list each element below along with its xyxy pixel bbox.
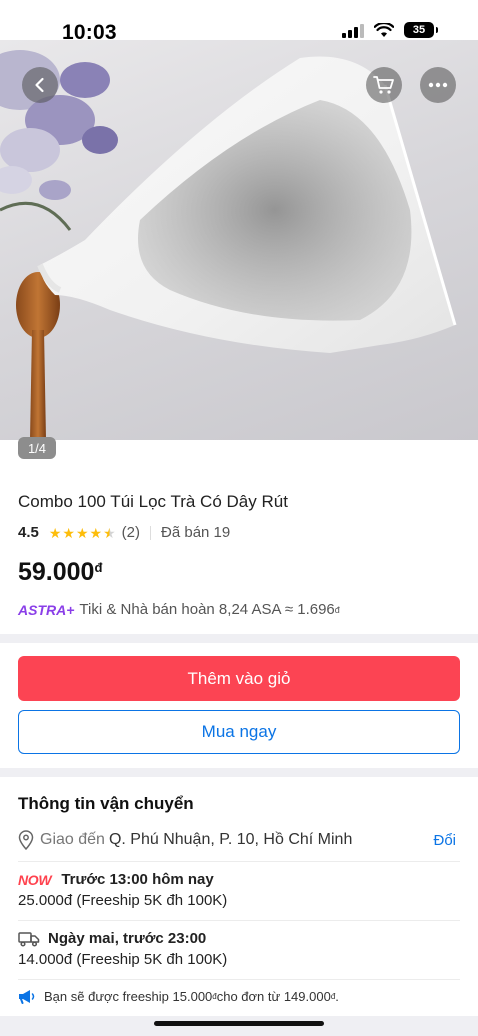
wooden-spoon-decoration xyxy=(16,272,60,440)
now-badge: NOW xyxy=(18,871,52,888)
battery-level: 35 xyxy=(412,24,426,36)
star-icon: ★ xyxy=(89,524,103,541)
shipping-fee: 14.000đ (Freeship 5K đh 100K) xyxy=(18,951,228,968)
shipping-address-row[interactable]: Giao đến Q. Phú Nhuận, P. 10, Hồ Chí Min… xyxy=(18,830,460,850)
rating-count: (2) xyxy=(121,524,141,541)
back-button[interactable] xyxy=(22,67,58,103)
location-pin-icon xyxy=(18,830,34,850)
add-to-cart-button[interactable]: Thêm vào giỏ xyxy=(18,656,460,701)
section-divider xyxy=(0,768,478,777)
tea-bag xyxy=(37,56,457,353)
image-counter: 1/4 xyxy=(18,437,56,459)
shipping-option-now: NOW Trước 13:00 hôm nay xyxy=(18,871,214,888)
more-icon xyxy=(428,82,448,88)
price-value: 59.000 xyxy=(18,558,95,586)
wifi-icon xyxy=(374,22,394,37)
product-image xyxy=(0,50,457,440)
divider xyxy=(18,979,460,980)
rating-row[interactable]: 4.5 ★ ★ ★ ★ ★ (2) Đã bán 19 xyxy=(18,524,230,541)
shipping-time: Trước 13:00 hôm nay xyxy=(61,871,214,888)
shipping-time: Ngày mai, trước 23:00 xyxy=(48,930,207,947)
section-divider xyxy=(0,634,478,643)
freeship-text-c: . xyxy=(335,989,339,1004)
freeship-note: Bạn sẽ được freeship 15.000 đ cho đơn từ … xyxy=(18,989,339,1004)
cart-icon xyxy=(373,76,394,94)
half-star-icon: ★ xyxy=(103,524,116,541)
home-indicator xyxy=(154,1021,324,1026)
freeship-text-a: Bạn sẽ được freeship 15.000 xyxy=(44,989,213,1004)
divider xyxy=(150,525,152,540)
status-icons: 35 xyxy=(342,22,438,38)
astra-reward-text: Tiki & Nhà bán hoàn 8,24 ASA ≈ 1.696 xyxy=(79,601,335,618)
astra-logo: ASTRA+ xyxy=(18,601,75,618)
deliver-prefix: Giao đến xyxy=(40,831,105,848)
divider xyxy=(18,920,460,921)
currency-symbol: đ xyxy=(94,560,103,575)
buy-now-button[interactable]: Mua ngay xyxy=(18,710,460,754)
star-icon: ★ xyxy=(75,524,89,541)
cellular-signal-icon xyxy=(342,23,364,38)
battery-icon: 35 xyxy=(404,22,438,38)
rating-value: 4.5 xyxy=(18,524,39,541)
delivery-address: Q. Phú Nhuận, P. 10, Hồ Chí Minh xyxy=(108,831,353,848)
divider xyxy=(18,861,460,862)
astra-reward-row[interactable]: ASTRA+ Tiki & Nhà bán hoàn 8,24 ASA ≈ 1.… xyxy=(18,601,340,618)
lavender-decoration xyxy=(0,50,118,231)
cart-button[interactable] xyxy=(366,67,402,103)
section-divider xyxy=(0,1016,478,1036)
sold-count: Đã bán 19 xyxy=(161,524,231,541)
megaphone-icon xyxy=(19,990,35,1004)
price: 59.000đ xyxy=(18,558,102,587)
back-arrow-icon xyxy=(35,77,44,93)
shipping-fee: 25.000đ (Freeship 5K đh 100K) xyxy=(18,892,228,909)
shipping-option-next-day: Ngày mai, trước 23:00 xyxy=(18,930,206,947)
freeship-text-b: cho đơn từ 149.000 xyxy=(216,989,331,1004)
shipping-section-title: Thông tin vận chuyển xyxy=(18,794,194,813)
product-title: Combo 100 Túi Lọc Trà Có Dây Rút xyxy=(18,492,288,511)
currency-symbol: đ xyxy=(334,604,340,615)
star-icon: ★ xyxy=(48,524,62,541)
truck-icon xyxy=(18,931,40,947)
rating-stars: ★ ★ ★ ★ ★ xyxy=(49,526,116,540)
change-address-link[interactable]: Đổi xyxy=(433,832,456,849)
status-bar: 10:03 35 xyxy=(0,0,478,44)
more-options-button[interactable] xyxy=(420,67,456,103)
product-image-gallery[interactable] xyxy=(0,40,478,440)
star-icon: ★ xyxy=(62,524,75,541)
